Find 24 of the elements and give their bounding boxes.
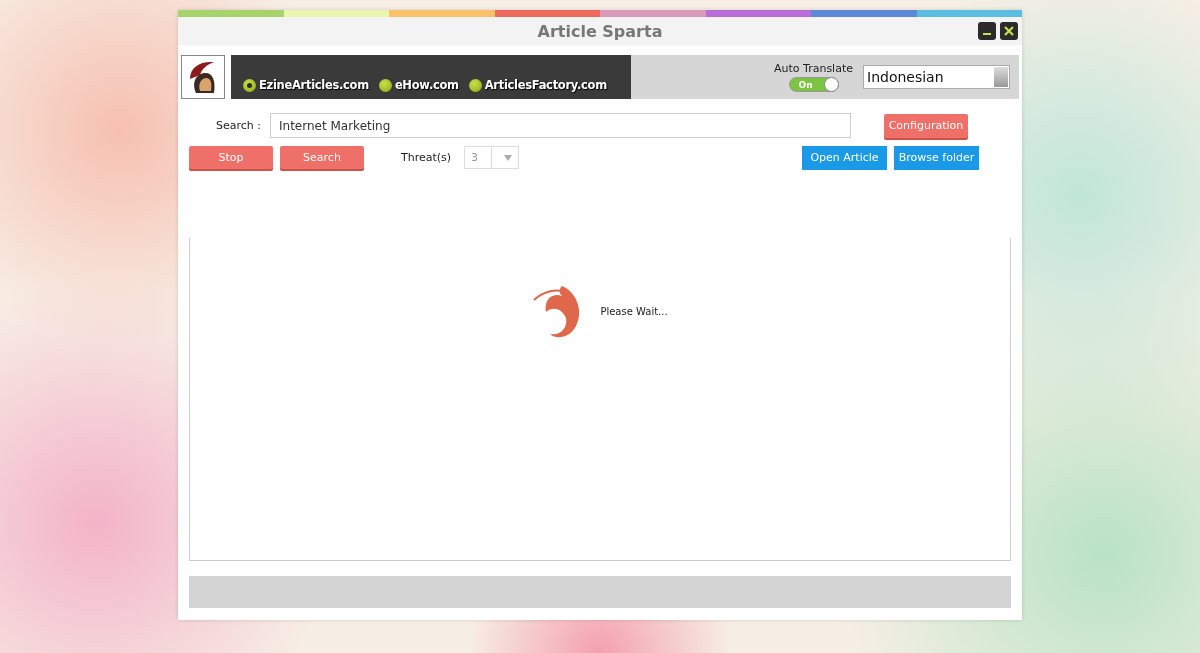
site-label[interactable]: ArticlesFactory.com	[484, 78, 607, 92]
action-button[interactable]: Search	[280, 146, 364, 169]
radio-button[interactable]	[243, 78, 256, 92]
caret-icon	[504, 154, 512, 161]
site-label[interactable]: EzineArticles.com	[259, 78, 369, 92]
action-button[interactable]: Configuration	[884, 113, 968, 138]
search-field[interactable]: Internet Marketing	[270, 113, 851, 138]
threads-label: Threat(s)	[401, 151, 453, 164]
action-button[interactable]: Browse folder	[894, 145, 979, 170]
loading-message: Please Wait...	[600, 306, 668, 317]
threads-dropdown[interactable]: 3	[464, 146, 519, 169]
language-dropdown[interactable]: Indonesian	[863, 65, 1010, 89]
search-label: Search :	[215, 119, 262, 132]
window-title: Article Sparta	[537, 21, 663, 41]
site-label[interactable]: eHow.com	[394, 78, 459, 92]
logo-icon	[181, 55, 225, 99]
auto-translate-label: Auto Translate	[774, 62, 853, 75]
toggle-switch[interactable]: On	[788, 77, 839, 92]
close-button[interactable]	[1000, 22, 1018, 40]
radio-button[interactable]	[378, 78, 392, 92]
action-button[interactable]: Stop	[189, 146, 273, 169]
radio-button[interactable]	[468, 78, 482, 92]
minimize-button[interactable]	[978, 22, 996, 40]
action-button[interactable]: Open Article	[802, 145, 887, 170]
